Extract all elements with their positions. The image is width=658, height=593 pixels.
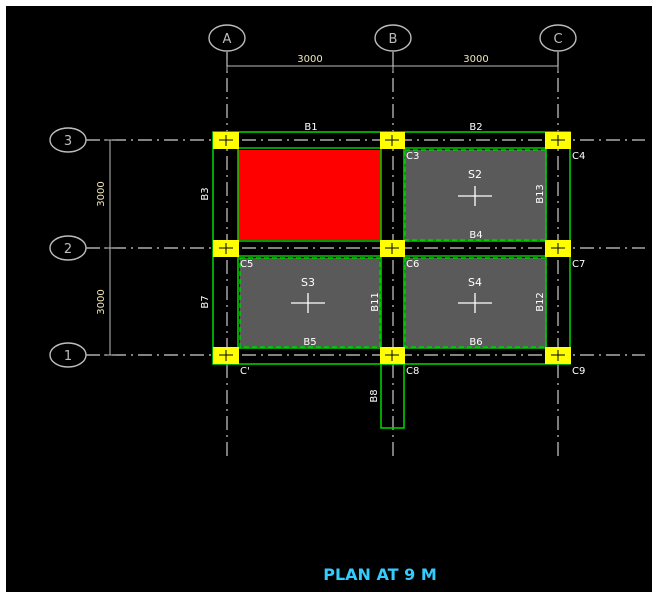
grid-label-a: A <box>223 32 232 47</box>
grid-label-3: 3 <box>64 134 72 149</box>
beam-label-b12: B12 <box>535 292 546 312</box>
column-label-c3: C3 <box>406 151 419 162</box>
dim-text-21: 3000 <box>96 289 107 314</box>
beam-label-b13: B13 <box>535 184 546 204</box>
column-label-c1: C' <box>240 366 250 377</box>
beam-label-b4: B4 <box>469 230 482 241</box>
column-label-c9: C9 <box>572 366 585 377</box>
beam-label-b11: B11 <box>370 292 381 312</box>
plan-drawing: A B C 3 2 1 3000 3000 3000 3000 B1 B2 B4… <box>0 0 658 593</box>
column-label-c8: C8 <box>406 366 419 377</box>
beam-label-b2: B2 <box>469 122 482 133</box>
column-label-c6: C6 <box>406 259 419 270</box>
dim-text-bc: 3000 <box>463 54 488 65</box>
slab-label-s3: S3 <box>301 276 315 289</box>
slab-label-s4: S4 <box>468 276 482 289</box>
dim-text-ab: 3000 <box>297 54 322 65</box>
beam-label-b6: B6 <box>469 337 482 348</box>
slab-label-s2: S2 <box>468 168 482 181</box>
highlighted-slab <box>238 150 381 240</box>
plan-title: PLAN AT 9 M <box>323 565 437 584</box>
grid-label-b: B <box>389 32 398 47</box>
column-label-c7: C7 <box>572 259 585 270</box>
beam-label-b5: B5 <box>303 337 316 348</box>
beam-label-b8: B8 <box>369 389 380 402</box>
column-label-c4: C4 <box>572 151 585 162</box>
beam-label-b3: B3 <box>200 187 211 200</box>
grid-label-2: 2 <box>64 242 72 257</box>
beam-label-b7: B7 <box>200 295 211 308</box>
grid-label-c: C <box>553 32 562 47</box>
column-label-c5: C5 <box>240 259 253 270</box>
dim-text-32: 3000 <box>96 181 107 206</box>
grid-label-1: 1 <box>64 349 72 364</box>
beam-label-b1: B1 <box>304 122 317 133</box>
